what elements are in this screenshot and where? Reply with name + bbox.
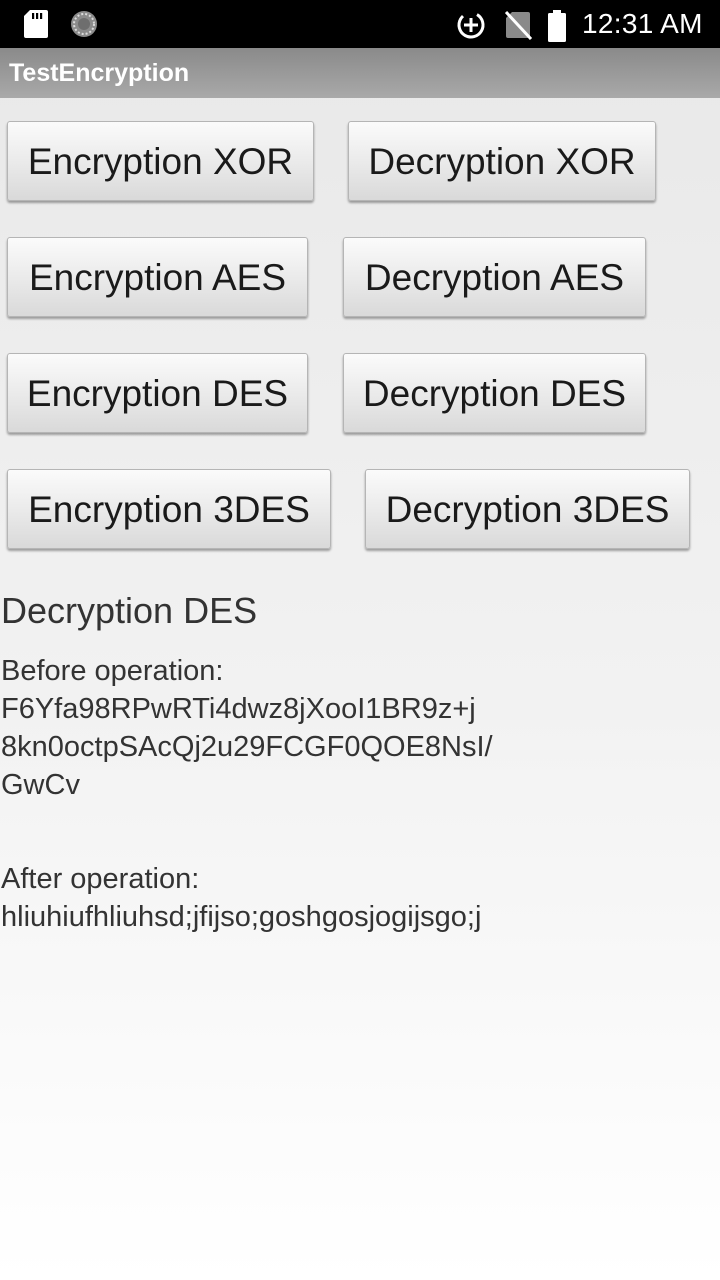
encryption-des-button[interactable]: Encryption DES — [7, 353, 308, 433]
decryption-aes-button[interactable]: Decryption AES — [343, 237, 646, 317]
status-clock: 12:31 AM — [582, 8, 703, 39]
after-operation-label: After operation: — [1, 863, 200, 895]
decryption-3des-button[interactable]: Decryption 3DES — [365, 469, 690, 549]
before-operation-value-line: GwCv — [1, 769, 80, 801]
status-bar: 12:31 AM — [0, 0, 720, 48]
decryption-des-button[interactable]: Decryption DES — [343, 353, 646, 433]
before-operation-block: Before operation: F6Yfa98RPwRTi4dwz8jXoo… — [1, 652, 701, 804]
encryption-xor-button[interactable]: Encryption XOR — [7, 121, 314, 201]
sync-icon — [71, 11, 97, 37]
before-operation-value-line: 8kn0octpSAcQj2u29FCGF0QOE8NsI/ — [1, 731, 493, 763]
encryption-3des-button[interactable]: Encryption 3DES — [7, 469, 331, 549]
app-title: TestEncryption — [9, 59, 190, 87]
no-sim-icon — [504, 10, 532, 40]
operation-title: Decryption DES — [1, 590, 258, 631]
battery-icon — [548, 10, 566, 42]
decryption-xor-button[interactable]: Decryption XOR — [348, 121, 656, 201]
sd-card-icon — [24, 10, 48, 38]
after-operation-value: hliuhiufhliuhsd;jfijso;goshgosjogijsgo;j — [1, 901, 482, 933]
before-operation-value-line: F6Yfa98RPwRTi4dwz8jXooI1BR9z+j — [1, 693, 476, 725]
action-bar: TestEncryption — [0, 48, 720, 98]
after-operation-block: After operation: hliuhiufhliuhsd;jfijso;… — [1, 860, 701, 936]
encryption-aes-button[interactable]: Encryption AES — [7, 237, 308, 317]
data-saver-icon — [457, 11, 485, 39]
before-operation-label: Before operation: — [1, 655, 224, 687]
